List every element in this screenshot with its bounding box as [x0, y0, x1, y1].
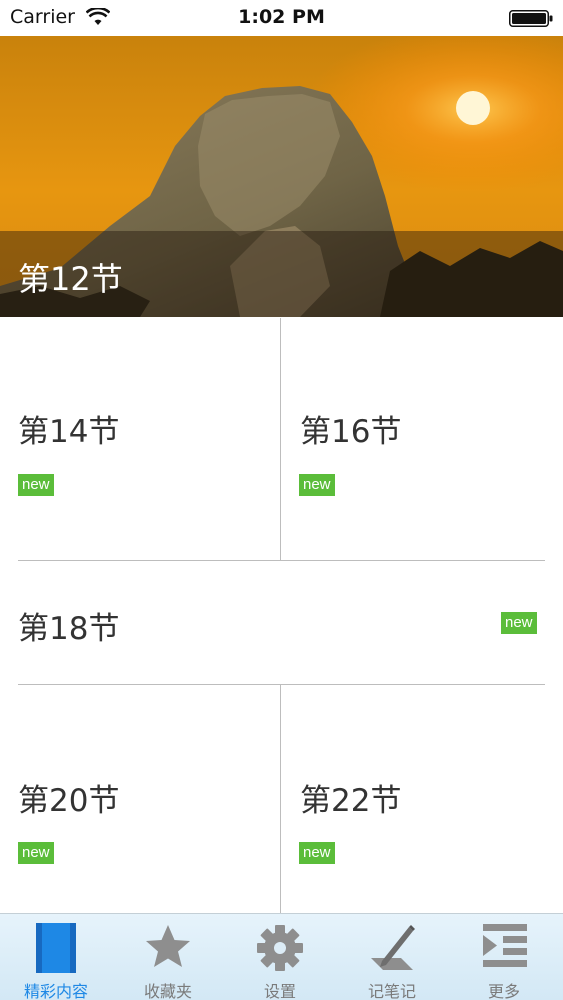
grid-divider-vertical — [280, 318, 281, 560]
new-badge: new — [299, 474, 335, 496]
section-title: 第22节 — [300, 783, 402, 819]
gear-icon — [257, 925, 303, 971]
tab-label: 更多 — [487, 982, 520, 1000]
section-title: 第18节 — [18, 611, 120, 647]
tab-label: 收藏夹 — [143, 982, 192, 1000]
new-badge: new — [299, 842, 335, 864]
section-title: 第20节 — [18, 783, 120, 819]
status-bar: Carrier 1:02 PM — [0, 0, 563, 36]
tab-label: 设置 — [263, 982, 296, 1000]
tab-label: 记笔记 — [367, 982, 416, 1000]
tab-favorites[interactable]: 收藏夹 — [112, 914, 224, 1000]
book-icon — [36, 923, 76, 973]
tab-bar: 精彩内容 收藏夹 设置 记笔记 更多 — [0, 913, 563, 1000]
tab-featured[interactable]: 精彩内容 — [0, 914, 112, 1000]
pencil-note-icon — [371, 925, 415, 970]
hero-title: 第12节 — [18, 260, 123, 298]
new-badge: new — [501, 612, 537, 634]
tab-settings[interactable]: 设置 — [224, 914, 336, 1000]
section-card-20[interactable]: 第20节 new — [0, 685, 280, 913]
hero-banner[interactable]: 第12节 — [0, 36, 563, 317]
section-card-18[interactable]: 第18节 new — [0, 561, 563, 684]
tab-label: 精彩内容 — [23, 982, 88, 1000]
section-card-22[interactable]: 第22节 new — [281, 685, 563, 913]
section-title: 第14节 — [18, 414, 120, 450]
list-more-icon — [483, 924, 527, 967]
new-badge: new — [18, 842, 54, 864]
tab-more[interactable]: 更多 — [448, 914, 560, 1000]
grid-divider-vertical — [280, 685, 281, 913]
section-card-14[interactable]: 第14节 new — [0, 318, 280, 560]
section-title: 第16节 — [300, 414, 402, 450]
status-time: 1:02 PM — [238, 6, 325, 28]
new-badge: new — [18, 474, 54, 496]
tab-notes[interactable]: 记笔记 — [336, 914, 448, 1000]
star-icon — [146, 925, 190, 967]
battery-icon — [509, 10, 553, 27]
section-card-16[interactable]: 第16节 new — [281, 318, 563, 560]
